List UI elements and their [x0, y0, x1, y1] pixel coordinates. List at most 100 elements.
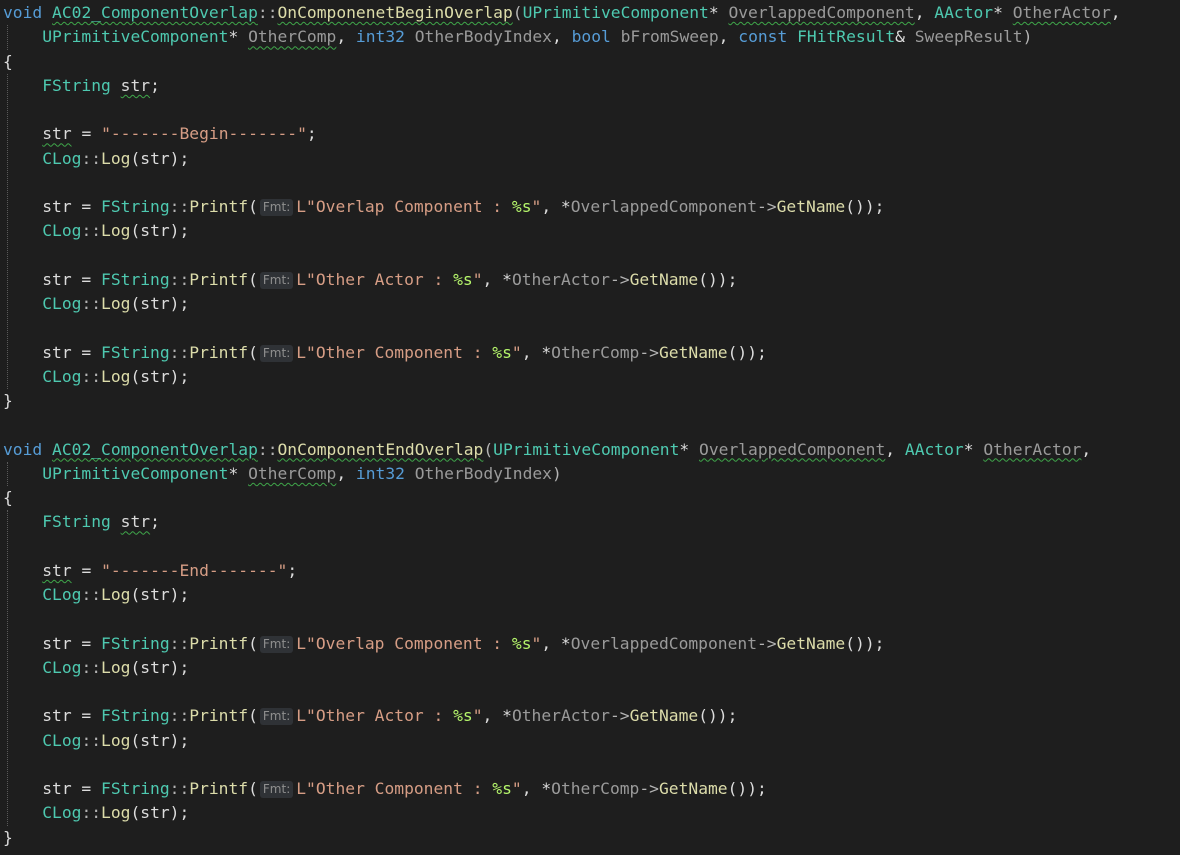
operator: ::	[169, 197, 190, 216]
code-line[interactable]: str = FString::Printf(Fmt: L"Other Actor …	[0, 704, 1180, 728]
code-text: (str);	[130, 657, 190, 677]
code-editor[interactable]: void AC02_ComponentOverlap::OnComponenet…	[0, 0, 1180, 855]
type-name: FHitResult	[797, 27, 896, 47]
format-specifier: %s	[511, 197, 532, 216]
operator: ->	[609, 269, 630, 289]
parameter: OtherActor	[511, 706, 610, 726]
inlay-hint-fmt: Fmt:	[259, 635, 294, 653]
type-name: FString	[101, 779, 170, 798]
operator: (	[483, 439, 494, 459]
parameter: OverlappedComponent	[699, 439, 886, 459]
type-name: CLog	[42, 148, 82, 168]
code-line[interactable]	[0, 535, 1180, 559]
function-name: OnComponenetBeginOverlap	[277, 3, 513, 22]
code-text: str =	[3, 779, 102, 798]
code-line[interactable]: str = FString::Printf(Fmt: L"Other Compon…	[0, 777, 1180, 801]
code-text: ());	[727, 779, 767, 798]
code-line[interactable]: UPrimitiveComponent* OtherComp, int32 Ot…	[0, 25, 1180, 49]
code-text: (str);	[130, 803, 190, 823]
code-line[interactable]: CLog::Log(str);	[0, 219, 1180, 243]
code-line[interactable]	[0, 607, 1180, 631]
string-literal: "	[531, 633, 542, 653]
type-name: AC02_ComponentOverlap	[52, 3, 258, 22]
code-line[interactable]	[0, 171, 1180, 195]
code-text: (	[248, 706, 258, 726]
code-text: str =	[3, 706, 102, 726]
code-text: ;	[287, 560, 298, 580]
code-text: (	[248, 633, 258, 653]
type-name: UPrimitiveComponent	[522, 3, 709, 22]
code-text: ,	[1081, 439, 1092, 459]
code-text: *	[708, 3, 729, 22]
code-line[interactable]: FString str;	[0, 74, 1180, 98]
parameter: OtherActor	[511, 269, 610, 289]
type-name: CLog	[42, 221, 82, 241]
code-line[interactable]: {	[0, 486, 1180, 510]
code-line[interactable]: FString str;	[0, 510, 1180, 534]
indent-guide	[7, 74, 8, 389]
parameter: OtherActor	[1012, 3, 1111, 22]
code-line[interactable]: void AC02_ComponentOverlap::OnComponenet…	[0, 1, 1180, 25]
code-text: }	[3, 827, 13, 847]
string-literal: "	[511, 342, 522, 362]
code-line[interactable]: str = FString::Printf(Fmt: L"Overlap Comp…	[0, 632, 1180, 656]
inlay-hint-fmt: Fmt:	[259, 708, 294, 726]
code-line[interactable]: str = "-------Begin-------";	[0, 122, 1180, 146]
code-text: *	[963, 439, 984, 459]
code-line[interactable]	[0, 680, 1180, 704]
type-name: FString	[101, 269, 170, 289]
code-line[interactable]: str = FString::Printf(Fmt: L"Overlap Comp…	[0, 195, 1180, 219]
code-line[interactable]: CLog::Log(str);	[0, 147, 1180, 171]
code-line[interactable]: CLog::Log(str);	[0, 292, 1180, 316]
code-text: str =	[3, 269, 102, 289]
code-line[interactable]: }	[0, 826, 1180, 850]
code-line[interactable]: {	[0, 50, 1180, 74]
code-line[interactable]: }	[0, 389, 1180, 413]
code-text: , *	[482, 269, 512, 289]
code-text: ());	[698, 706, 738, 726]
code-line[interactable]: CLog::Log(str);	[0, 365, 1180, 389]
code-text: ());	[845, 197, 885, 216]
function-name: Printf	[189, 633, 249, 653]
code-text: ;	[150, 75, 160, 95]
code-line[interactable]	[0, 413, 1180, 437]
keyword: int32	[355, 27, 405, 47]
inlay-hint-fmt: Fmt:	[259, 344, 294, 362]
code-line[interactable]: str = "-------End-------";	[0, 559, 1180, 583]
code-text: &	[895, 27, 915, 47]
function-name: Log	[101, 148, 131, 168]
code-text: (	[248, 779, 258, 798]
code-text: ,	[336, 463, 356, 483]
code-line[interactable]: void AC02_ComponentOverlap::OnComponentE…	[0, 438, 1180, 462]
code-line[interactable]: CLog::Log(str);	[0, 801, 1180, 825]
code-line[interactable]	[0, 316, 1180, 340]
code-line[interactable]: CLog::Log(str);	[0, 656, 1180, 680]
string-literal: L"Other Component :	[296, 342, 493, 362]
type-name: CLog	[42, 366, 82, 386]
function-name: Printf	[189, 269, 249, 289]
code-text: , *	[521, 342, 552, 362]
code-line[interactable]	[0, 753, 1180, 777]
code-text: ,	[718, 27, 739, 47]
code-line[interactable]: UPrimitiveComponent* OtherComp, int32 Ot…	[0, 462, 1180, 486]
code-line[interactable]: CLog::Log(str);	[0, 583, 1180, 607]
code-line[interactable]: str = FString::Printf(Fmt: L"Other Actor …	[0, 268, 1180, 292]
type-name: CLog	[42, 585, 82, 604]
code-text: ());	[698, 269, 738, 289]
code-line[interactable]: CLog::Log(str);	[0, 729, 1180, 753]
operator: (	[512, 3, 523, 22]
function-name: Log	[101, 366, 131, 386]
code-line[interactable]	[0, 98, 1180, 122]
code-line[interactable]: str = FString::Printf(Fmt: L"Other Compon…	[0, 341, 1180, 365]
code-text: ,	[914, 3, 935, 22]
keyword: void	[3, 439, 43, 459]
code-line[interactable]	[0, 244, 1180, 268]
parameter: OtherActor	[983, 439, 1082, 459]
format-specifier: %s	[492, 779, 512, 798]
